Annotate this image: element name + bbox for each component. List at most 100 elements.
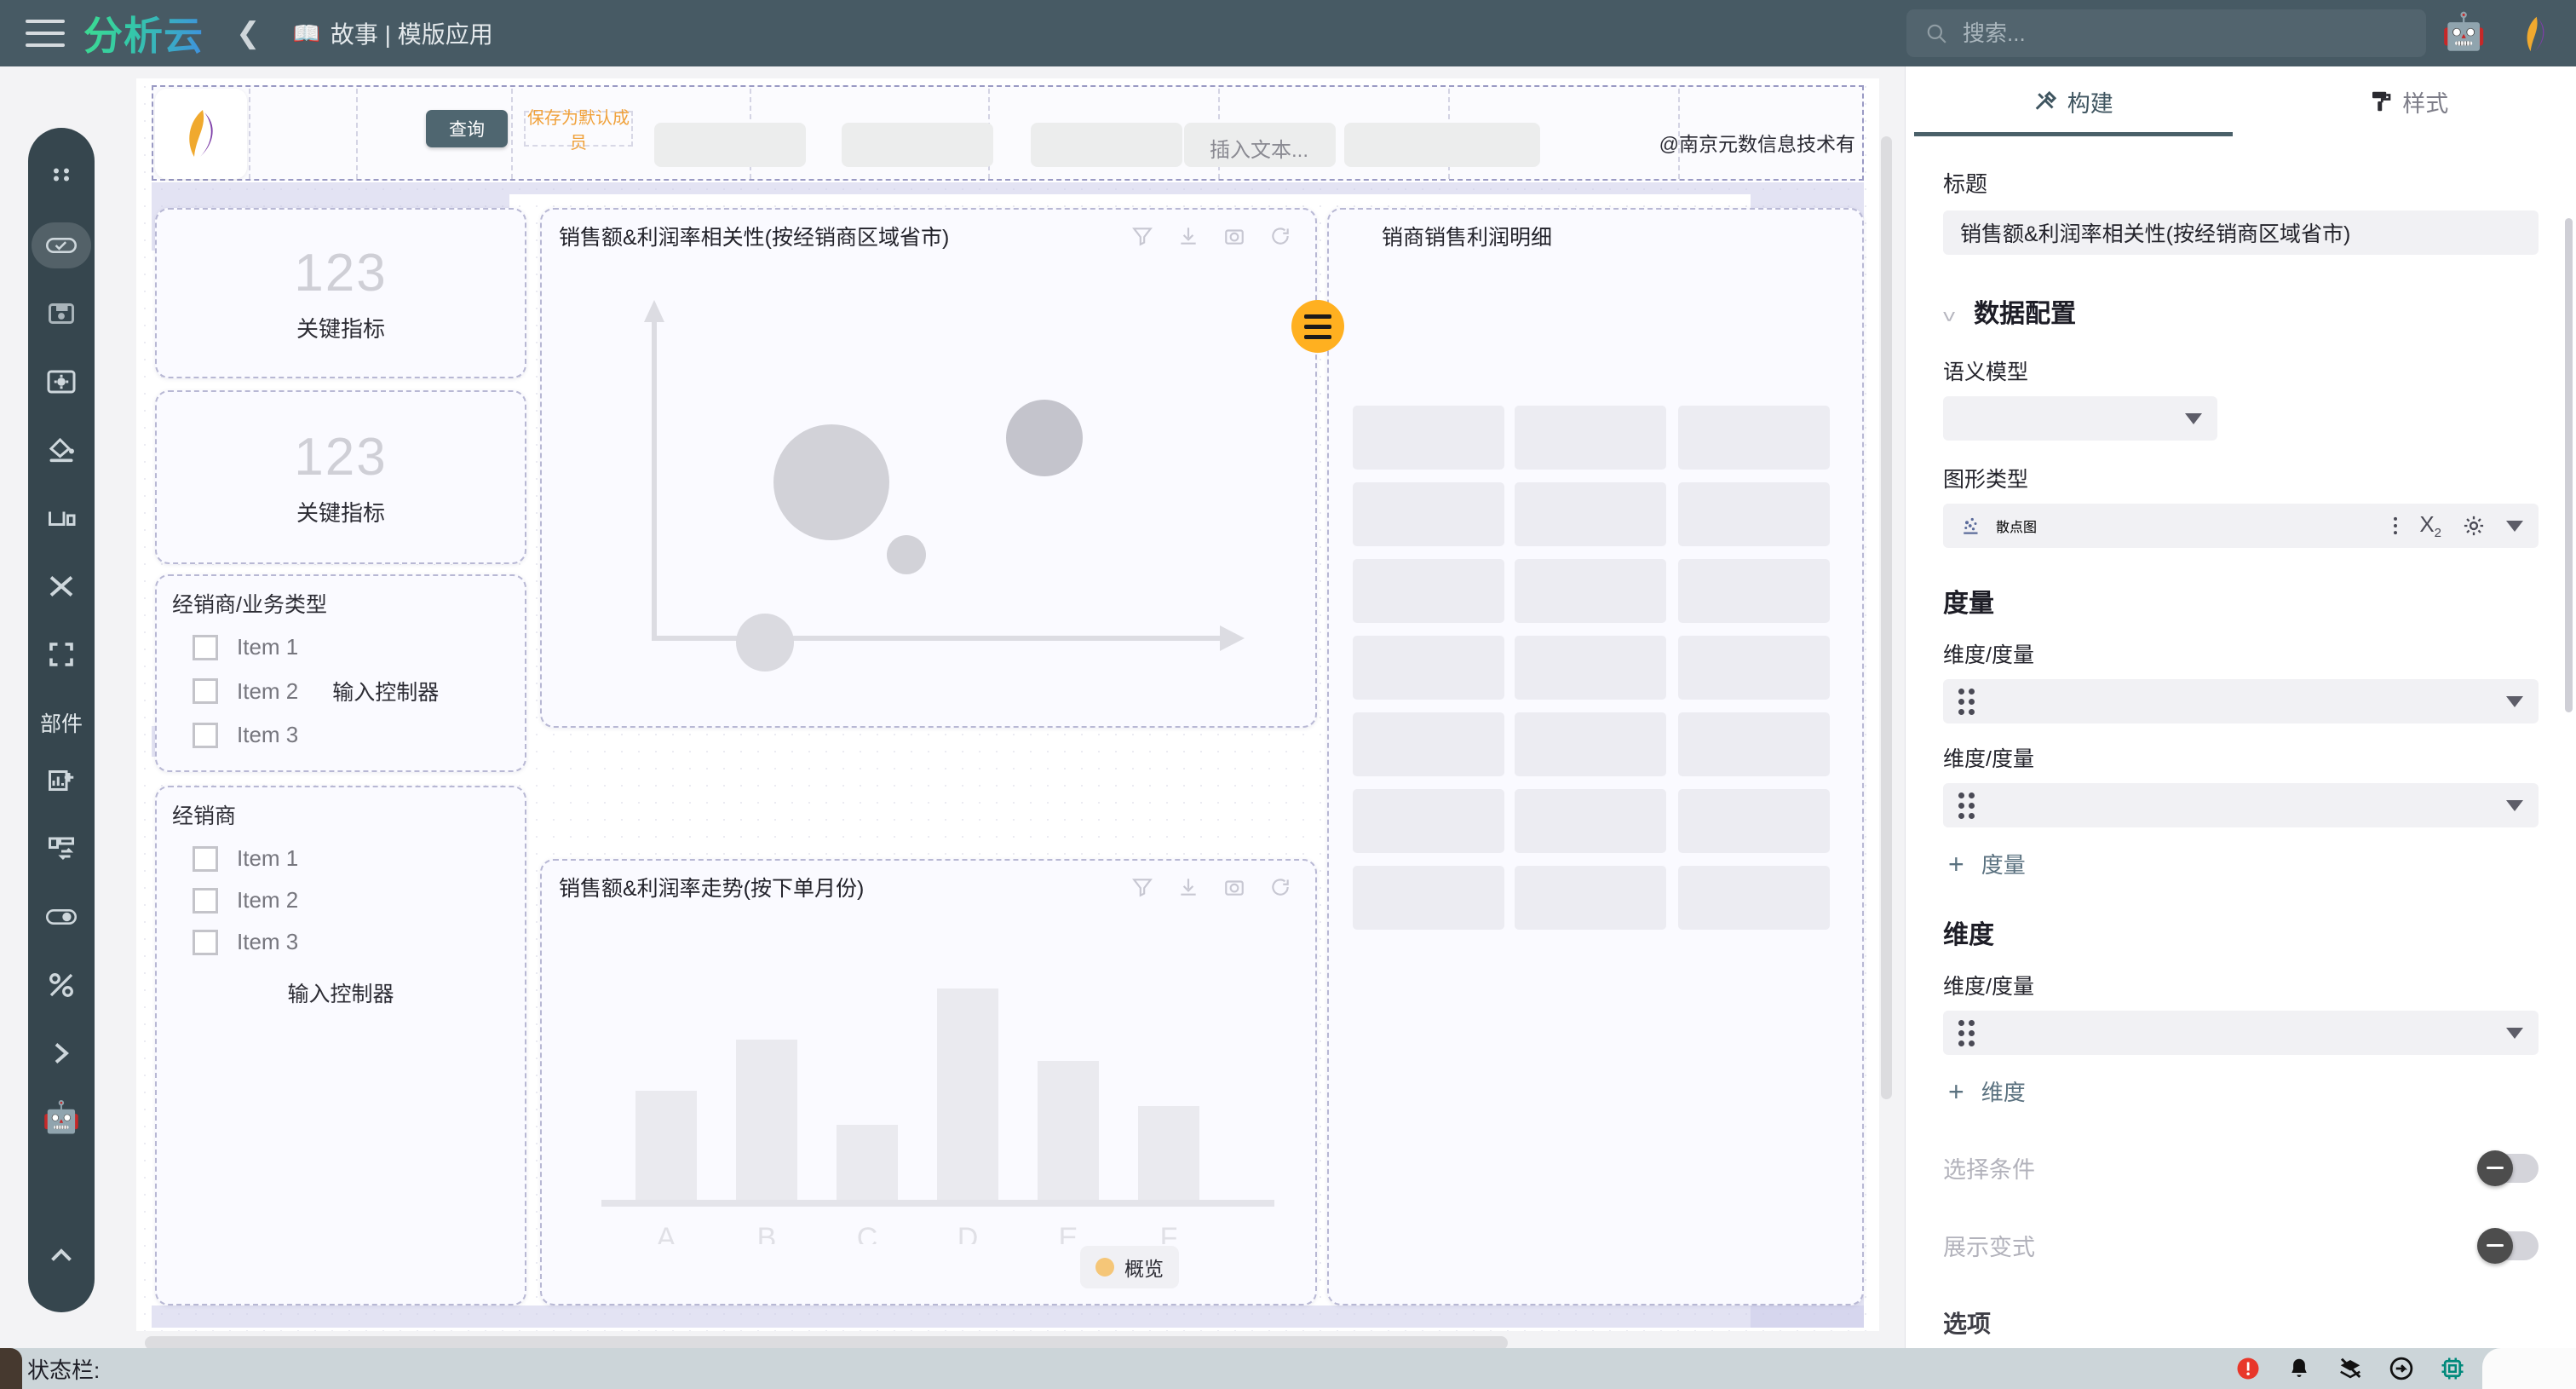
tab-build[interactable]: 构建 xyxy=(1906,66,2241,136)
ghost-field[interactable] xyxy=(1031,123,1182,167)
hamburger-icon[interactable] xyxy=(26,20,65,47)
toggle-label-variant: 展示变式 xyxy=(1943,1235,2035,1260)
insert-text-placeholder[interactable]: 插入文本... xyxy=(1210,133,1308,163)
data-config-section-header[interactable]: ^ 数据配置 xyxy=(1943,292,2539,330)
tab-style-label: 样式 xyxy=(2402,90,2449,117)
control-item-row[interactable]: Item 3 xyxy=(193,722,525,748)
chart-type-select[interactable]: 散点图 X2 xyxy=(1943,504,2539,548)
chart-toolbar[interactable] xyxy=(1131,225,1291,247)
checkbox-icon[interactable] xyxy=(193,678,218,704)
search-box[interactable] xyxy=(1906,9,2426,57)
tab-style[interactable]: 样式 xyxy=(2241,66,2576,136)
layout-swap-icon[interactable] xyxy=(28,815,95,883)
save-disk-icon[interactable] xyxy=(28,280,95,348)
ghost-field[interactable] xyxy=(842,123,993,167)
toggle-switch-filter[interactable] xyxy=(2477,1150,2539,1186)
config-scrollbar[interactable] xyxy=(2565,218,2573,712)
kpi-widget-1[interactable]: 123 关键指标 xyxy=(155,208,526,378)
checkbox-icon[interactable] xyxy=(193,845,218,872)
camera-icon[interactable] xyxy=(1223,876,1245,898)
drag-handle-icon[interactable] xyxy=(1958,1019,1975,1046)
dimension-field-select-1[interactable] xyxy=(1943,1011,2539,1055)
query-button[interactable]: 查询 xyxy=(426,110,508,147)
measure-field-select-2[interactable] xyxy=(1943,783,2539,827)
more-vertical-icon[interactable] xyxy=(2392,514,2399,538)
drag-handle-icon[interactable] xyxy=(1958,688,1975,715)
add-measure-button[interactable]: + 度量 xyxy=(1948,848,2539,879)
notification-bell-icon[interactable] xyxy=(2286,1356,2312,1381)
chart-legend[interactable]: 概览 xyxy=(1080,1246,1179,1288)
search-input[interactable] xyxy=(1963,20,2372,47)
add-dimension-label: 维度 xyxy=(1981,1080,2026,1105)
add-chart-icon[interactable] xyxy=(28,746,95,815)
robot-icon[interactable]: 🤖 xyxy=(2441,14,2486,49)
filter-icon[interactable] xyxy=(1131,225,1153,247)
brand-logo-text: 分析云 xyxy=(83,5,204,61)
svg-text:F: F xyxy=(1160,1222,1178,1244)
control-item-row[interactable]: Item 2 输入控制器 xyxy=(193,676,525,706)
arrow-sign-icon[interactable] xyxy=(2389,1356,2414,1381)
apps-grid-icon[interactable] xyxy=(28,143,95,211)
layout-device-icon[interactable] xyxy=(28,484,95,552)
chart-toolbar[interactable] xyxy=(1131,876,1291,898)
kpi-widget-2[interactable]: 123 关键指标 xyxy=(155,390,526,564)
download-icon[interactable] xyxy=(1177,225,1199,247)
refresh-icon[interactable] xyxy=(1269,876,1291,898)
table-cell xyxy=(1678,712,1830,776)
cpu-icon[interactable] xyxy=(2440,1356,2465,1381)
chevron-left-icon[interactable]: ❮ xyxy=(236,19,261,48)
title-input[interactable]: 销售额&利润率相关性(按经销商区域省市) xyxy=(1943,210,2539,255)
ghost-field[interactable] xyxy=(1344,123,1540,167)
chart-type-label: 图形类型 xyxy=(1943,468,2029,492)
table-detail-widget[interactable]: 销商销售利润明细 每页 xyxy=(1327,208,1864,1305)
camera-icon[interactable] xyxy=(1223,225,1245,247)
input-control-widget-1[interactable]: 经销商/业务类型 Item 1 Item 2 输入控制器 Item 3 xyxy=(155,574,526,772)
input-control-widget-2[interactable]: 经销商 Item 1 Item 2 Item 3 输入控制器 xyxy=(155,786,526,1305)
refresh-icon[interactable] xyxy=(1269,225,1291,247)
toggle-switch-variant[interactable] xyxy=(2477,1227,2539,1264)
chevron-right-icon[interactable] xyxy=(28,1019,95,1087)
measure-field-select-1[interactable] xyxy=(1943,679,2539,723)
config-tabs: 构建 样式 xyxy=(1906,66,2576,136)
canvas-vertical-scrollbar[interactable] xyxy=(1881,136,1892,1099)
canvas-toolbar-row[interactable]: 查询 保存为默认成员 插入文本... @南京元数信息技术有 xyxy=(152,85,1864,181)
checkbox-icon[interactable] xyxy=(193,634,218,660)
toggle-switch-icon[interactable] xyxy=(28,883,95,951)
control-item-row[interactable]: Item 1 xyxy=(193,845,525,872)
table-cell xyxy=(1353,559,1504,623)
layers-off-icon[interactable] xyxy=(2337,1356,2363,1381)
chevron-up-icon[interactable] xyxy=(28,1222,95,1290)
gear-icon[interactable] xyxy=(2462,514,2486,538)
panel-drag-handle[interactable] xyxy=(1291,300,1344,353)
shuffle-icon[interactable] xyxy=(28,552,95,620)
checkbox-icon[interactable] xyxy=(193,722,218,748)
bar-chart-widget[interactable]: 销售额&利润率走势(按下单月份) A B C D E F 概览 xyxy=(540,859,1317,1305)
drag-handle-icon[interactable] xyxy=(1958,792,1975,819)
control-item-row[interactable]: Item 3 xyxy=(193,929,525,955)
tag-check-icon[interactable] xyxy=(28,211,95,280)
chevron-up-icon[interactable]: ^ xyxy=(1943,297,1955,326)
fullscreen-icon[interactable] xyxy=(28,620,95,689)
legend-label: 概览 xyxy=(1124,1258,1164,1280)
paint-bucket-icon[interactable] xyxy=(28,416,95,484)
design-canvas[interactable]: 查询 保存为默认成员 插入文本... @南京元数信息技术有 123 关键指标 1… xyxy=(136,78,1879,1331)
percent-icon[interactable] xyxy=(28,951,95,1019)
scatter-chart-widget[interactable]: 销售额&利润率相关性(按经销商区域省市) xyxy=(540,208,1317,728)
control-item-row[interactable]: Item 1 xyxy=(193,634,525,660)
semantic-model-select[interactable] xyxy=(1943,396,2217,441)
error-icon[interactable] xyxy=(2235,1356,2261,1381)
leaf-logo-icon[interactable] xyxy=(2520,15,2550,53)
robot-icon[interactable]: 🤖 xyxy=(43,1087,81,1147)
book-icon: 📖 xyxy=(292,20,320,46)
download-icon[interactable] xyxy=(1177,876,1199,898)
filter-icon[interactable] xyxy=(1131,876,1153,898)
checkbox-icon[interactable] xyxy=(193,887,218,914)
add-dimension-button[interactable]: + 维度 xyxy=(1948,1075,2539,1107)
ghost-field[interactable] xyxy=(654,123,806,167)
chevron-down-icon[interactable] xyxy=(2506,520,2523,532)
control-item-row[interactable]: Item 2 xyxy=(193,887,525,914)
x-subscript-icon[interactable]: X2 xyxy=(2419,511,2441,540)
settings-screen-icon[interactable] xyxy=(28,348,95,416)
checkbox-icon[interactable] xyxy=(193,929,218,955)
save-as-default-button[interactable]: 保存为默认成员 xyxy=(524,109,633,153)
